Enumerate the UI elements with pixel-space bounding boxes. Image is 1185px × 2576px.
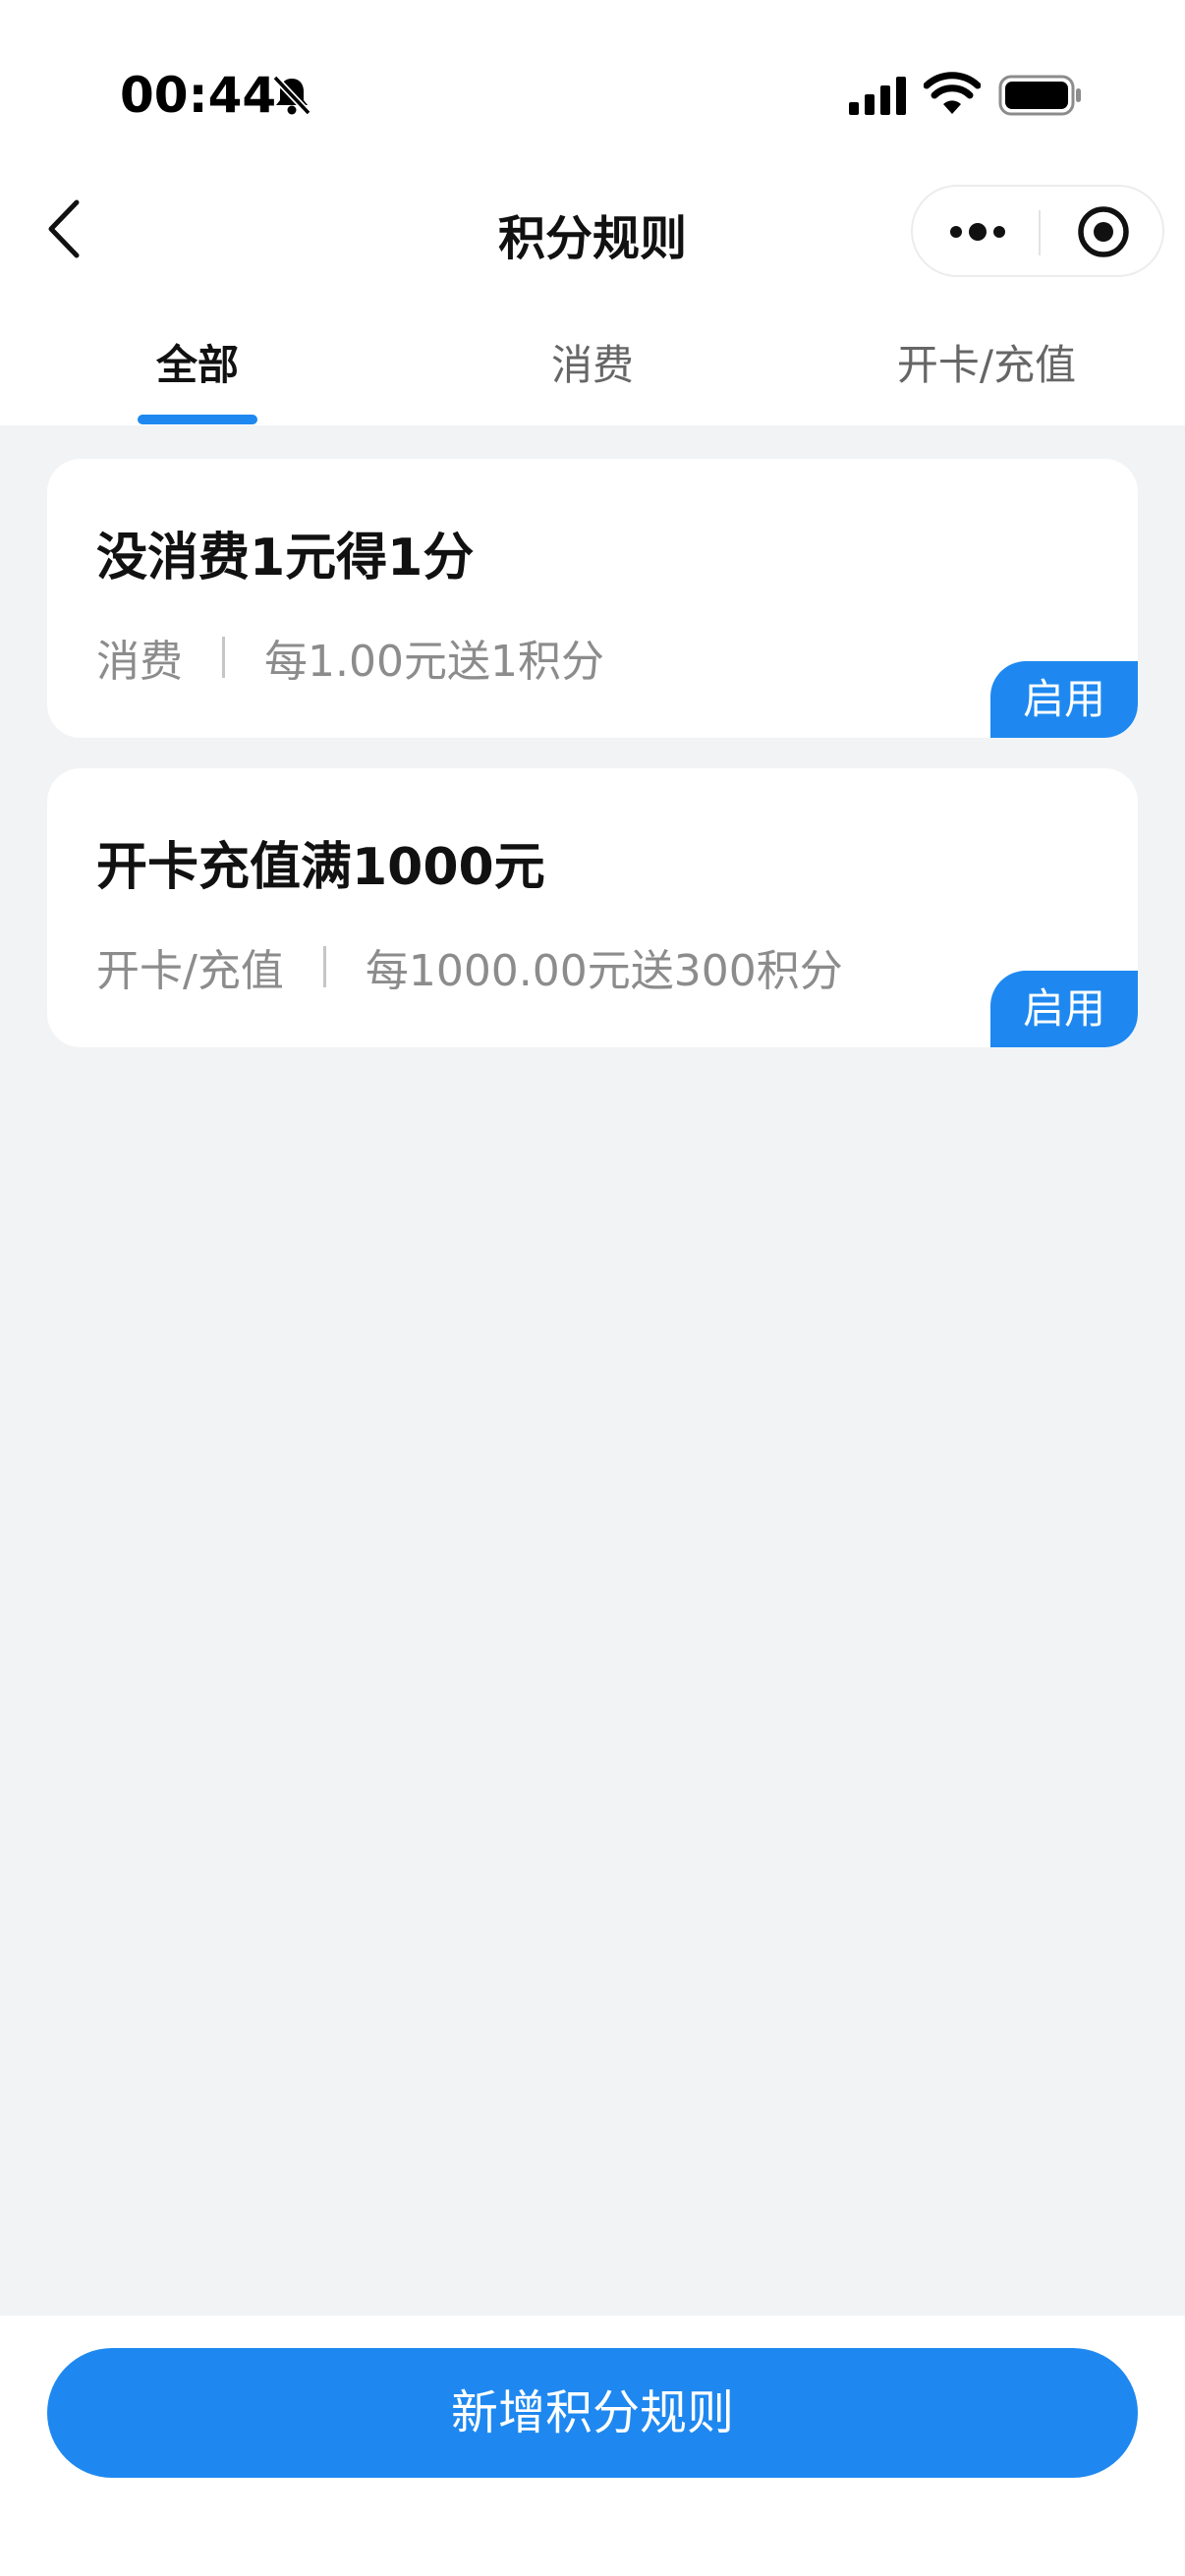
mini-program-capsule [911,185,1164,277]
tab-indicator [138,415,257,424]
rule-type: 消费 [96,637,183,687]
wifi-icon [924,72,981,114]
status-badge: 启用 [990,971,1138,1047]
rule-type: 开卡/充值 [96,946,284,996]
rule-title: 开卡充值满1000元 [96,838,545,897]
rule-title: 没消费1元得1分 [96,529,475,588]
rule-detail: 开卡/充值 每1000.00元送300积分 [96,935,843,998]
tab-consumption[interactable]: 消费 [551,332,634,392]
rule-card[interactable]: 没消费1元得1分 消费 每1.00元送1积分 启用 [47,459,1138,738]
signal-icon [849,77,906,115]
status-time: 00:44 [120,67,277,124]
rule-desc: 每1.00元送1积分 [264,637,604,687]
target-icon[interactable] [1076,204,1131,259]
rule-separator [222,637,225,678]
rule-detail: 消费 每1.00元送1积分 [96,626,604,689]
bell-off-icon [272,75,311,116]
battery-icon [998,75,1081,116]
header-area: 00:44 积分规则 全部 消费 开卡/充值 [0,0,1185,425]
rule-card[interactable]: 开卡充值满1000元 开卡/充值 每1000.00元送300积分 启用 [47,768,1138,1047]
tab-card-recharge[interactable]: 开卡/充值 [897,332,1076,392]
tab-all[interactable]: 全部 [156,332,239,392]
bottom-bar: 新增积分规则 [0,2316,1185,2576]
app-root: 00:44 积分规则 全部 消费 开卡/充值 没消费1元得1分 消费 每1.00… [0,0,1185,2576]
add-rule-button[interactable]: 新增积分规则 [47,2348,1138,2478]
status-badge: 启用 [990,661,1138,738]
rule-desc: 每1000.00元送300积分 [365,946,843,996]
capsule-divider [1039,210,1041,255]
rule-separator [322,946,326,987]
more-icon[interactable] [946,216,1009,248]
